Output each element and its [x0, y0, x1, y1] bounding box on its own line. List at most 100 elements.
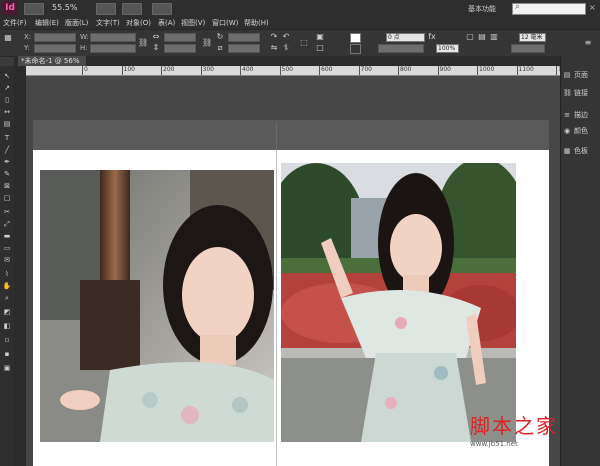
hand-tool-icon[interactable]: ✋ — [2, 282, 12, 291]
ruler-tick-line — [477, 66, 478, 75]
link-scale-icon[interactable]: ⛓ — [202, 39, 212, 47]
x-field[interactable] — [34, 33, 76, 42]
gradient-feather-tool-icon[interactable]: ▭ — [2, 244, 12, 253]
ruler-tick-line — [240, 66, 241, 75]
fill-icon[interactable]: ▣ — [316, 33, 324, 41]
ruler-tick-line — [319, 66, 320, 75]
ruler-tick-label: 800 — [400, 66, 412, 73]
ruler-tick-line — [516, 66, 518, 75]
zoom-level[interactable]: 55.5% — [52, 3, 77, 12]
menu-edit[interactable]: 编辑(E) — [35, 18, 59, 28]
panel-swatches-label: 色板 — [574, 147, 588, 155]
type-tool-icon[interactable]: T — [2, 134, 12, 143]
menu-table[interactable]: 表(A) — [158, 18, 175, 28]
rotate-field[interactable] — [228, 33, 260, 42]
panel-menu-icon[interactable]: ≡ — [584, 39, 592, 47]
gradient-tool-icon[interactable]: ▬ — [2, 232, 12, 241]
ruler-tick-line — [279, 66, 281, 75]
menu-file[interactable]: 文件(F) — [3, 18, 27, 28]
flip-vertical-icon[interactable]: ⥮ — [282, 44, 290, 52]
panel-stroke[interactable]: ≡ 描边 — [563, 110, 588, 120]
left-photo-frame[interactable] — [40, 170, 274, 442]
screen-mode-icon[interactable]: ▣ — [2, 364, 12, 373]
scale-x-icon: ⇔ — [152, 32, 160, 41]
default-fill-stroke-icon[interactable]: ◩ — [2, 308, 12, 317]
page-icon: ▤ — [563, 71, 571, 79]
arrange-documents-button[interactable] — [152, 3, 172, 15]
right-photo-frame[interactable] — [281, 163, 516, 442]
search-input[interactable]: ⌕ — [512, 2, 586, 15]
view-options-button[interactable] — [96, 3, 116, 15]
selection-tool-icon[interactable]: ↖ — [2, 72, 12, 81]
menu-window[interactable]: 窗口(W) — [212, 18, 238, 28]
drop-shadow-icon[interactable]: ▢ — [466, 33, 474, 41]
panel-color-label: 颜色 — [574, 127, 588, 135]
menu-layout[interactable]: 版面(L) — [65, 18, 88, 28]
reference-point-icon[interactable]: ▦ — [4, 34, 12, 42]
link-icon: ⛓ — [563, 89, 572, 97]
rotate-icon: ↻ — [216, 32, 224, 41]
opacity-field[interactable]: 100% — [436, 44, 459, 53]
fill-swatch[interactable] — [350, 33, 361, 43]
zoom-tool-icon[interactable]: ⌕ — [2, 294, 12, 303]
menu-help[interactable]: 帮助(H) — [244, 18, 269, 28]
w-field[interactable] — [90, 33, 136, 42]
stroke-swatch[interactable] — [350, 44, 361, 54]
flip-horizontal-icon[interactable]: ⇋ — [270, 44, 278, 52]
fill-stroke-icon[interactable]: ◧ — [2, 322, 12, 331]
y-field[interactable] — [34, 44, 76, 53]
y-label: Y: — [24, 44, 30, 52]
screen-mode-button[interactable] — [122, 3, 142, 15]
corner-option-select[interactable] — [511, 44, 545, 53]
pencil-tool-icon[interactable]: ✎ — [2, 170, 12, 179]
shear-field[interactable] — [228, 44, 260, 53]
scale-y-field[interactable] — [164, 44, 196, 53]
stroke-weight-field[interactable]: 0 点 — [386, 33, 425, 42]
workspace-switcher[interactable]: 基本功能 — [468, 4, 496, 14]
formatting-container-icon[interactable]: ▫ — [2, 336, 12, 345]
scale-x-field[interactable] — [164, 33, 196, 42]
rotate-90-cw-icon[interactable]: ↷ — [270, 33, 278, 41]
constrain-proportions-icon[interactable]: ⛓ — [138, 39, 148, 47]
stroke-type-select[interactable] — [378, 44, 424, 53]
direct-selection-tool-icon[interactable]: ↗ — [2, 84, 12, 93]
rectangle-frame-tool-icon[interactable]: ⊠ — [2, 182, 12, 191]
line-tool-icon[interactable]: ╱ — [2, 146, 12, 155]
effects-icon[interactable]: fx — [428, 33, 436, 41]
w-label: W: — [80, 33, 89, 41]
h-field[interactable] — [90, 44, 136, 53]
effects-panel-icon[interactable]: ▤ — [478, 33, 486, 41]
spine-guide — [276, 122, 277, 150]
text-wrap-icon[interactable]: ▥ — [490, 33, 498, 41]
select-container-icon[interactable]: ⬚ — [300, 39, 308, 47]
gap-tool-icon[interactable]: ↔ — [2, 108, 12, 117]
page-spine — [276, 150, 277, 466]
page-tool-icon[interactable]: ▯ — [2, 96, 12, 105]
pen-tool-icon[interactable]: ✒ — [2, 158, 12, 167]
menu-object[interactable]: 对象(O) — [126, 18, 151, 28]
menu-type[interactable]: 文字(T) — [96, 18, 120, 28]
menu-view[interactable]: 视图(V) — [181, 18, 205, 28]
scissors-tool-icon[interactable]: ✂ — [2, 208, 12, 217]
panel-pages-label: 页面 — [574, 71, 588, 79]
eyedropper-tool-icon[interactable]: ⌇ — [2, 270, 12, 279]
bridge-button[interactable] — [24, 3, 44, 15]
content-collector-icon[interactable]: ▤ — [2, 120, 12, 129]
rotate-90-ccw-icon[interactable]: ↶ — [282, 33, 290, 41]
indesign-logo-icon: Id — [2, 1, 18, 15]
size-field[interactable]: 12 毫米 — [519, 33, 546, 42]
panel-pages[interactable]: ▤ 页面 — [563, 70, 588, 80]
panel-swatches[interactable]: ▦ 色板 — [563, 146, 588, 156]
stroke-icon[interactable]: □ — [316, 44, 324, 52]
close-icon[interactable]: × — [589, 3, 596, 12]
note-tool-icon[interactable]: ✉ — [2, 256, 12, 265]
ruler-tick-label: 100 — [123, 66, 135, 73]
panel-color[interactable]: ◉ 颜色 — [563, 126, 588, 136]
apply-color-icon[interactable]: ▪ — [2, 350, 12, 359]
rectangle-tool-icon[interactable]: □ — [2, 194, 12, 203]
tools-panel: ↖ ↗ ▯ ↔ ▤ T ╱ ✒ ✎ ⊠ □ ✂ ⤢ ▬ ▭ ✉ ⌇ ✋ ⌕ ◩ … — [0, 66, 15, 466]
document-tab[interactable]: *未命名-1 @ 56% — [18, 56, 86, 66]
panel-links[interactable]: ⛓ 链接 — [563, 88, 588, 98]
free-transform-tool-icon[interactable]: ⤢ — [2, 220, 12, 229]
menu-bar: 文件(F) 编辑(E) 版面(L) 文字(T) 对象(O) 表(A) 视图(V)… — [0, 17, 600, 29]
